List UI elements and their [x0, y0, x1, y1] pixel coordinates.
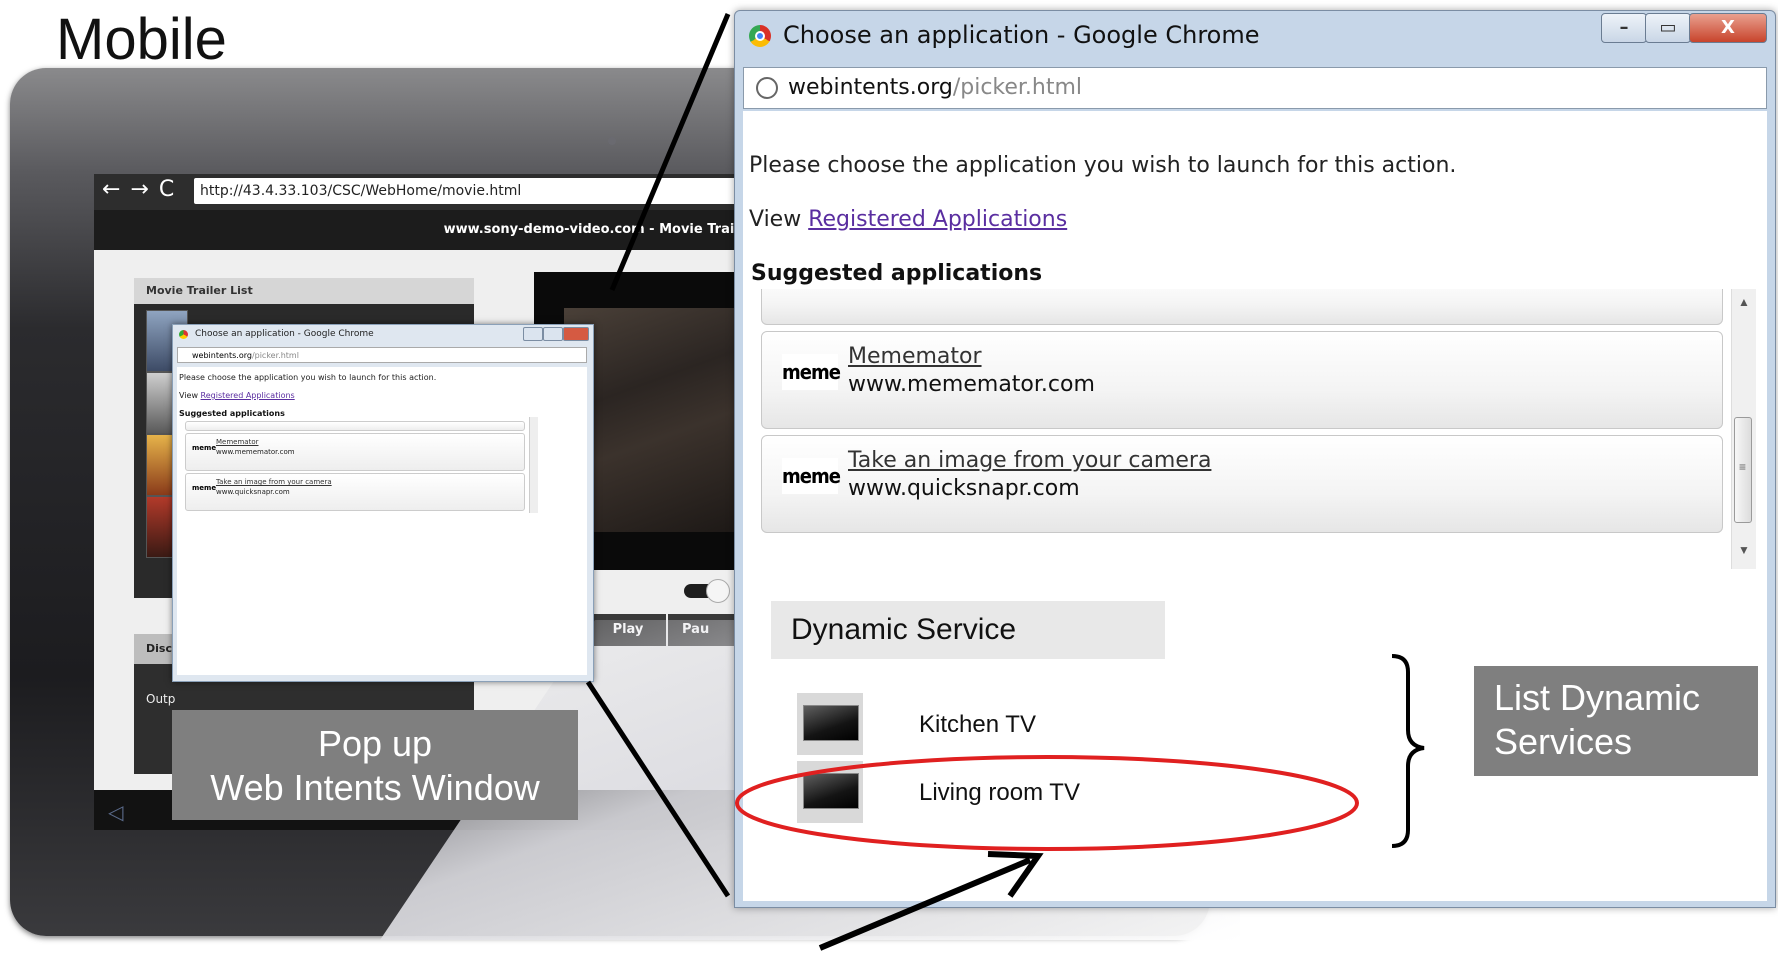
callout-line-bottom	[585, 680, 731, 898]
highlight-ellipse	[735, 755, 1359, 851]
arrow-shaft	[818, 857, 1032, 951]
annotation-overlay	[585, 13, 1425, 951]
brace-icon	[1391, 654, 1425, 848]
callout-line-top	[609, 13, 731, 291]
